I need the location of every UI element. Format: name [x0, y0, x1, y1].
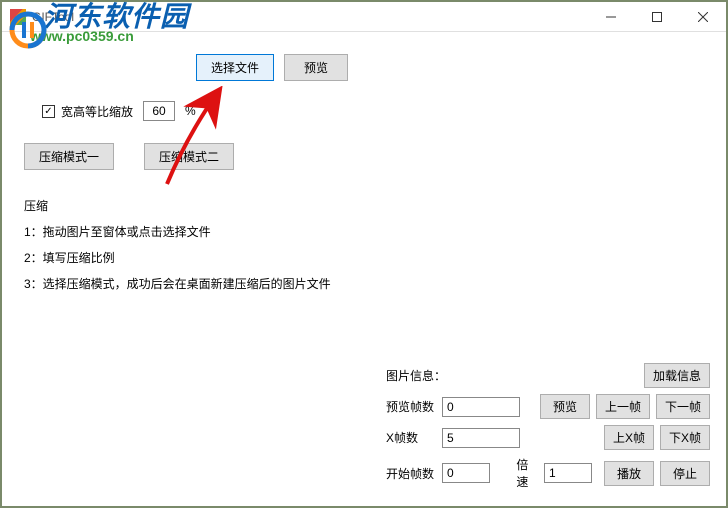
instructions-line-1: 1：拖动图片至窗体或点击选择文件: [24, 220, 704, 244]
maximize-button[interactable]: [634, 2, 680, 32]
instructions-line-2: 2：填写压缩比例: [24, 246, 704, 270]
start-frames-label: 开始帧数: [386, 465, 436, 482]
titlebar: GIFTool: [2, 2, 726, 32]
aspect-ratio-label: 宽高等比缩放: [61, 103, 133, 120]
load-info-button[interactable]: 加载信息: [644, 363, 710, 388]
image-info-label: 图片信息：: [386, 367, 446, 384]
app-icon: [10, 9, 26, 25]
app-window: 河东软件园 www.pc0359.cn GIFTool: [2, 2, 726, 506]
info-panel: 图片信息： 加载信息 预览帧数 预览 上一帧 下一帧 X帧数 上X帧: [386, 363, 710, 496]
window-controls: [588, 2, 726, 32]
instructions-heading: 压缩: [24, 194, 704, 218]
compress-mode-2-button[interactable]: 压缩模式二: [144, 143, 234, 170]
speed-label: 倍速: [516, 456, 538, 490]
select-file-button[interactable]: 选择文件: [196, 54, 274, 81]
instructions-block: 压缩 1：拖动图片至窗体或点击选择文件 2：填写压缩比例 3：选择压缩模式，成功…: [24, 194, 704, 296]
x-frames-label: X帧数: [386, 429, 436, 446]
preview-frames-input[interactable]: [442, 397, 520, 417]
content-area: 选择文件 预览 ✓ 宽高等比缩放 % 压缩模式一 压缩模式二 压缩 1：拖动图: [2, 32, 726, 506]
instructions-line-3: 3：选择压缩模式，成功后会在桌面新建压缩后的图片文件: [24, 272, 704, 296]
aspect-ratio-checkbox[interactable]: ✓: [42, 105, 55, 118]
scale-percent-input[interactable]: [143, 101, 175, 121]
compress-mode-1-button[interactable]: 压缩模式一: [24, 143, 114, 170]
preview-frames-label: 预览帧数: [386, 398, 436, 415]
percent-label: %: [185, 104, 196, 118]
stop-button[interactable]: 停止: [660, 461, 710, 486]
start-frames-input[interactable]: [442, 463, 490, 483]
preview-button-bottom[interactable]: 预览: [540, 394, 590, 419]
minimize-button[interactable]: [588, 2, 634, 32]
x-frames-input[interactable]: [442, 428, 520, 448]
up-x-frame-button[interactable]: 上X帧: [604, 425, 654, 450]
play-button[interactable]: 播放: [604, 461, 654, 486]
next-frame-button[interactable]: 下一帧: [656, 394, 710, 419]
down-x-frame-button[interactable]: 下X帧: [660, 425, 710, 450]
speed-input[interactable]: [544, 463, 592, 483]
prev-frame-button[interactable]: 上一帧: [596, 394, 650, 419]
window-title: GIFTool: [32, 10, 74, 24]
close-button[interactable]: [680, 2, 726, 32]
preview-button-top[interactable]: 预览: [284, 54, 348, 81]
